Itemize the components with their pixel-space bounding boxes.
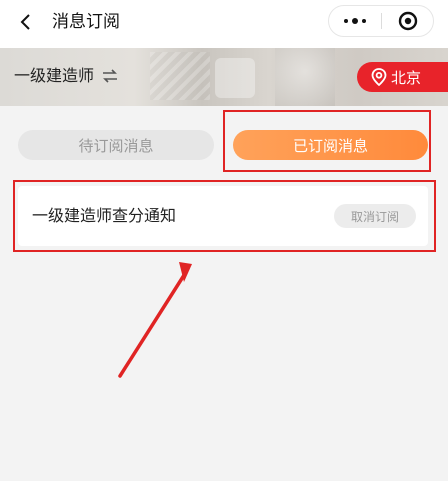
close-mini-program-button[interactable] [382, 6, 434, 36]
back-button[interactable] [14, 10, 36, 34]
city-selector[interactable]: 北京 [357, 62, 448, 92]
exam-name-label: 一级建造师 [14, 66, 95, 85]
nav-bar: 消息订阅 [0, 0, 448, 44]
exam-selector[interactable]: 一级建造师 [14, 64, 118, 88]
more-button[interactable] [329, 6, 381, 36]
tab-pending-messages[interactable]: 待订阅消息 [18, 130, 214, 160]
city-label: 北京 [391, 68, 422, 87]
mini-program-capsule [328, 5, 434, 37]
chevron-left-icon [20, 14, 30, 30]
annotation-box-card [13, 180, 436, 252]
more-dots-icon [344, 19, 348, 23]
target-circle-icon [398, 11, 418, 31]
banner-background-image [150, 52, 210, 100]
location-pin-icon [371, 68, 387, 86]
annotation-arrow [118, 262, 192, 378]
annotation-box-tab [223, 110, 431, 172]
swap-arrows-icon [102, 69, 118, 83]
page-title: 消息订阅 [52, 12, 120, 32]
